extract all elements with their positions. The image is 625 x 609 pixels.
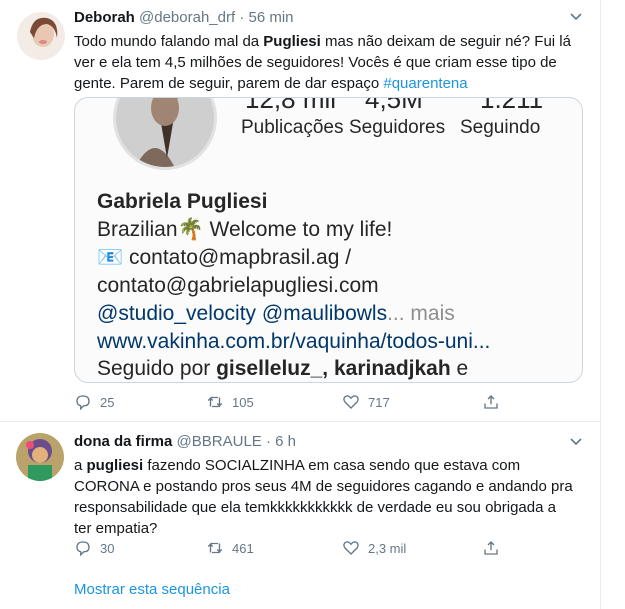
retweet-icon bbox=[207, 396, 223, 408]
chevron-down-icon[interactable] bbox=[570, 13, 582, 21]
embedded-screenshot[interactable]: 12,8 mil Publicações 4,5M Seguidores 1.2… bbox=[74, 97, 583, 383]
separator: · bbox=[239, 9, 245, 26]
stat-publications-count: 12,8 mil bbox=[245, 97, 337, 114]
text-segment: a bbox=[74, 457, 87, 474]
like-count: 2,3 mil bbox=[368, 540, 407, 556]
stat-following-count: 1.211 bbox=[480, 97, 544, 114]
tweet-header: dona da firma @BBRAULE · 6 h bbox=[74, 433, 296, 450]
followed-by: Seguido por giselleluz_, karinadjkah e bbox=[97, 357, 468, 381]
text-highlight: pugliesi bbox=[86, 457, 144, 474]
reply-button[interactable]: 25 bbox=[74, 393, 114, 411]
bio-line: contato@gabrielapugliesi.com bbox=[97, 274, 379, 297]
text-segment: Todo mundo falando mal da bbox=[74, 33, 264, 50]
retweet-button[interactable]: 461 bbox=[206, 539, 254, 557]
tweet-actions: 30 461 2,3 mil bbox=[74, 539, 504, 561]
timestamp[interactable]: 56 min bbox=[248, 9, 293, 26]
like-button[interactable]: 2,3 mil bbox=[342, 539, 406, 557]
tweet-actions: 25 105 717 bbox=[74, 393, 504, 415]
display-name[interactable]: Deborah bbox=[74, 9, 135, 26]
avatar[interactable] bbox=[16, 433, 64, 481]
retweet-button[interactable]: 105 bbox=[206, 393, 254, 411]
reply-icon bbox=[76, 395, 90, 411]
bio-url: www.vakinha.com.br/vaquinha/todos-uni... bbox=[97, 330, 491, 353]
heart-icon bbox=[343, 395, 359, 409]
stat-followers-count: 4,5M bbox=[365, 97, 423, 114]
stat-publications-label: Publicações bbox=[241, 117, 344, 138]
bio-line: 📧 contato@mapbrasil.ag / bbox=[97, 246, 352, 269]
chevron-down-icon[interactable] bbox=[570, 438, 582, 446]
followed-by-suffix: e bbox=[450, 357, 469, 380]
avatar-image bbox=[17, 12, 65, 60]
heart-icon bbox=[343, 541, 359, 555]
show-thread-link[interactable]: Mostrar esta sequência bbox=[74, 581, 230, 598]
text-segment: fazendo SOCIALZINHA em casa sendo que es… bbox=[74, 457, 573, 537]
retweet-count: 105 bbox=[232, 394, 254, 410]
display-name[interactable]: dona da firma bbox=[74, 433, 172, 450]
reply-button[interactable]: 30 bbox=[74, 539, 114, 557]
bio-mentions: @studio_velocity @maulibowls... mais bbox=[97, 302, 455, 326]
followed-by-prefix: Seguido por bbox=[97, 357, 217, 380]
hashtag-link[interactable]: #quarentena bbox=[383, 75, 467, 92]
like-count: 717 bbox=[368, 394, 390, 410]
tweet-deborah[interactable]: Deborah @deborah_drf · 56 min Todo mundo… bbox=[0, 0, 600, 420]
handle[interactable]: @deborah_drf bbox=[139, 9, 235, 26]
retweet-icon bbox=[207, 542, 223, 554]
avatar[interactable] bbox=[17, 12, 65, 60]
followed-by-names: giselleluz_, karinadjkah bbox=[216, 357, 451, 380]
timeline-border bbox=[600, 0, 601, 609]
bio-mention-links: @studio_velocity @maulibowls bbox=[97, 302, 388, 325]
tweet-dona-da-firma[interactable]: dona da firma @BBRAULE · 6 h a pugliesi … bbox=[0, 422, 600, 572]
profile-name: Gabriela Pugliesi bbox=[97, 190, 268, 213]
tweet-text: Todo mundo falando mal da Pugliesi mas n… bbox=[74, 31, 574, 94]
tweet-text: a pugliesi fazendo SOCIALZINHA em casa s… bbox=[74, 455, 574, 539]
share-button[interactable] bbox=[482, 393, 500, 411]
reply-count: 25 bbox=[100, 394, 115, 410]
retweet-count: 461 bbox=[232, 540, 254, 556]
handle[interactable]: @BBRAULE bbox=[177, 433, 262, 450]
reply-count: 30 bbox=[100, 540, 115, 556]
share-icon bbox=[484, 395, 498, 409]
tweet-header: Deborah @deborah_drf · 56 min bbox=[74, 9, 294, 26]
separator: · bbox=[265, 433, 271, 450]
share-icon bbox=[484, 541, 498, 555]
avatar-image bbox=[16, 433, 64, 481]
stat-following-label: Seguindo bbox=[460, 117, 541, 138]
timestamp[interactable]: 6 h bbox=[275, 433, 296, 450]
bio-more: ... mais bbox=[387, 302, 455, 325]
bio-line: Brazilian🌴 Welcome to my life! bbox=[97, 218, 393, 241]
reply-icon bbox=[76, 541, 90, 557]
text-highlight: Pugliesi bbox=[263, 33, 321, 50]
stat-followers-label: Seguidores bbox=[349, 117, 446, 138]
like-button[interactable]: 717 bbox=[342, 393, 390, 411]
share-button[interactable] bbox=[482, 539, 500, 557]
